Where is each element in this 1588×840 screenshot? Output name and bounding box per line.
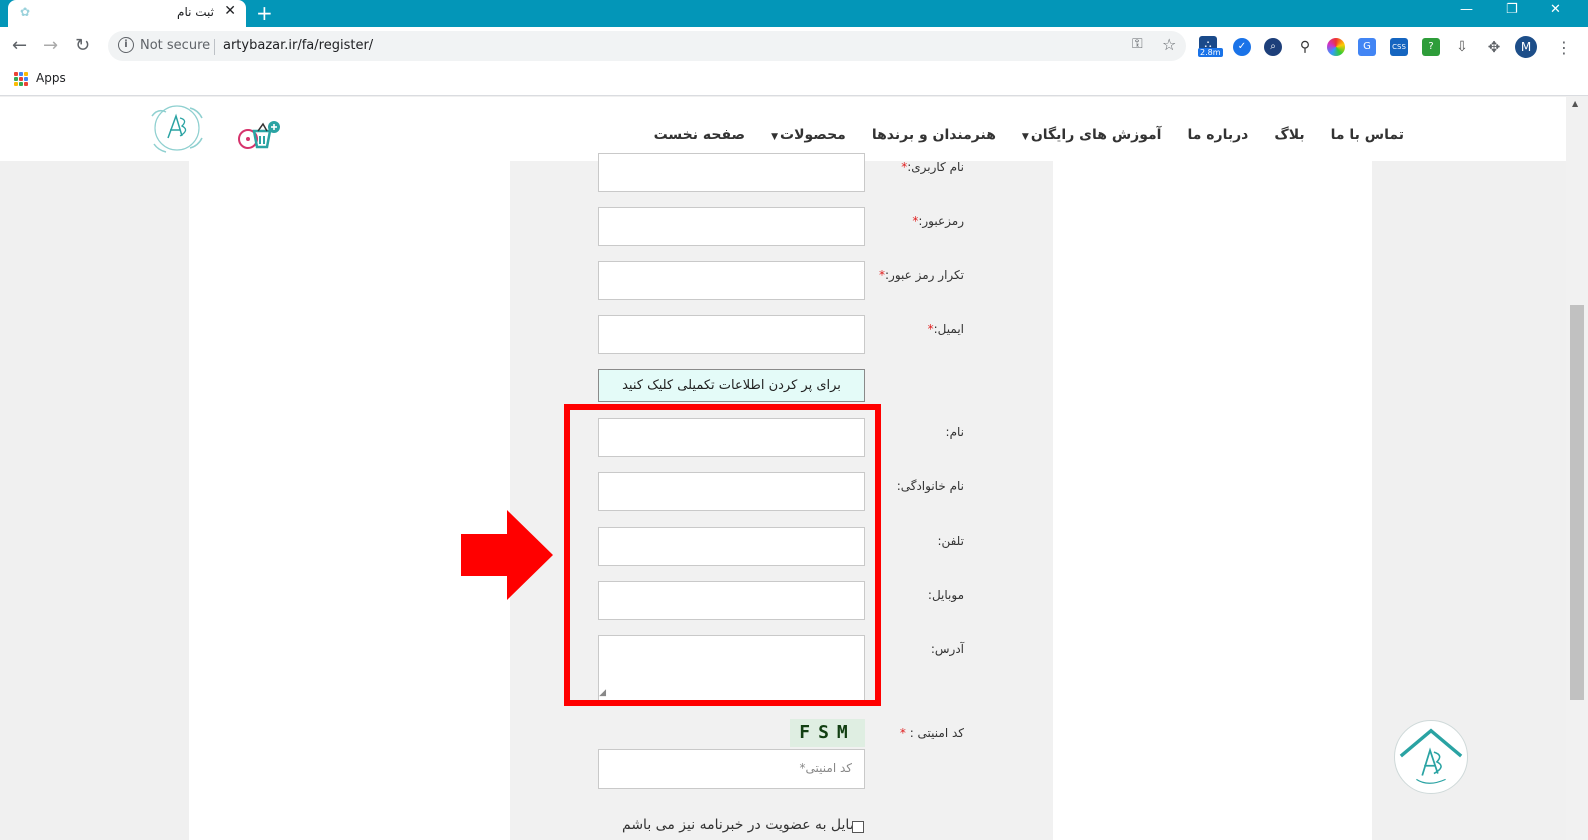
captcha-image: FSM (790, 719, 865, 747)
browser-toolbar: ← → ↻ i Not secure artybazar.ir/fa/regis… (0, 27, 1588, 65)
extension-magnifier-icon[interactable]: ⚲ (1296, 38, 1314, 56)
password-field[interactable] (598, 207, 865, 246)
captcha-label: کد امنیتی : * (899, 726, 964, 740)
email-label: ایمیل:* (927, 322, 964, 336)
site-logo-icon[interactable] (146, 100, 208, 156)
main-menu: صفحه نخست محصولات▼ هنرمندان و برندها آمو… (654, 127, 1404, 143)
url-separator (214, 39, 215, 55)
menu-item-about[interactable]: درباره ما (1187, 127, 1248, 143)
menu-item-free-tutorials[interactable]: آموزش های رایگان▼ (1022, 127, 1162, 143)
scroll-up-icon[interactable]: ▲ (1572, 99, 1578, 108)
highlight-box (564, 404, 881, 706)
newsletter-label: مایل به عضویت در خبرنامه نیز می باشم (622, 817, 858, 833)
first-name-label: نام: (945, 425, 964, 439)
extension-download-icon[interactable]: ⇩ (1453, 38, 1471, 56)
bookmarks-bar: Apps (0, 65, 1588, 96)
page-scrollbar[interactable]: ▲ (1566, 97, 1588, 840)
tab-close-icon[interactable]: ✕ (224, 3, 236, 19)
address-bar[interactable]: i Not secure artybazar.ir/fa/register/ ⚿… (108, 31, 1186, 61)
reload-icon[interactable]: ↻ (75, 35, 90, 56)
tab-title: ثبت نام (177, 5, 214, 19)
extension-check-icon[interactable]: ✓ (1233, 38, 1251, 56)
minimize-icon[interactable]: — (1460, 2, 1473, 17)
security-label[interactable]: Not secure (140, 38, 210, 53)
extension-color-wheel-icon[interactable] (1327, 38, 1345, 56)
site-header: صفحه نخست محصولات▼ هنرمندان و برندها آمو… (0, 97, 1566, 161)
floating-home-logo-icon[interactable] (1394, 720, 1468, 794)
apps-bookmark[interactable]: Apps (36, 71, 66, 85)
apps-grid-icon[interactable] (14, 72, 28, 86)
username-field[interactable] (598, 153, 865, 192)
password-label: رمزعبور:* (912, 214, 964, 228)
phone-label: تلفن: (937, 534, 964, 548)
password-repeat-label: تکرار رمز عبور:* (878, 268, 964, 282)
key-icon[interactable]: ⚿ (1132, 36, 1143, 52)
extensions-puzzle-icon[interactable]: ✥ (1485, 38, 1503, 56)
extension-translate-icon[interactable]: G (1358, 38, 1376, 56)
password-repeat-field[interactable] (598, 261, 865, 300)
browser-tab[interactable]: ✿ ثبت نام ✕ (8, 0, 246, 27)
profile-avatar[interactable]: M (1515, 36, 1537, 58)
window-close-icon[interactable]: ✕ (1550, 2, 1561, 17)
browser-titlebar: ✿ ثبت نام ✕ + — ❐ ✕ (0, 0, 1588, 27)
menu-item-products[interactable]: محصولات▼ (771, 127, 846, 143)
back-icon[interactable]: ← (12, 35, 27, 56)
info-icon[interactable]: i (118, 37, 134, 53)
menu-item-contact[interactable]: تماس با ما (1331, 127, 1404, 143)
cart-icon[interactable] (236, 119, 284, 153)
forward-icon[interactable]: → (43, 35, 58, 56)
site-favicon-icon: ✿ (20, 5, 31, 19)
scroll-thumb[interactable] (1570, 305, 1584, 700)
extension-question-icon[interactable]: ? (1422, 38, 1440, 56)
arrow-right-icon (461, 510, 553, 600)
more-info-button[interactable]: برای پر کردن اطلاعات تکمیلی کلیک کنید (598, 369, 865, 402)
menu-item-blog[interactable]: بلاگ (1274, 127, 1304, 143)
newsletter-checkbox[interactable] (852, 821, 864, 833)
menu-item-artists[interactable]: هنرمندان و برندها (872, 127, 996, 143)
username-label: نام کاربری:* (901, 160, 964, 174)
last-name-label: نام خانوادگی: (896, 479, 964, 493)
browser-menu-icon[interactable]: ⋮ (1556, 38, 1572, 57)
chevron-down-icon: ▼ (1021, 132, 1029, 142)
extension-search-icon[interactable]: ⌕ (1264, 38, 1282, 56)
address-label: آدرس: (930, 642, 964, 656)
restore-icon[interactable]: ❐ (1506, 2, 1518, 17)
extension-badge: 2.8m (1198, 48, 1223, 57)
bookmark-star-icon[interactable]: ☆ (1162, 35, 1176, 54)
captcha-input[interactable]: کد امنیتی* (598, 749, 865, 789)
extension-css-icon[interactable]: CSS (1390, 38, 1408, 56)
url-text[interactable]: artybazar.ir/fa/register/ (223, 38, 373, 53)
new-tab-icon[interactable]: + (256, 1, 273, 25)
menu-item-home[interactable]: صفحه نخست (654, 127, 745, 143)
email-field[interactable] (598, 315, 865, 354)
chevron-down-icon: ▼ (771, 132, 778, 142)
mobile-label: موبایل: (927, 588, 964, 602)
